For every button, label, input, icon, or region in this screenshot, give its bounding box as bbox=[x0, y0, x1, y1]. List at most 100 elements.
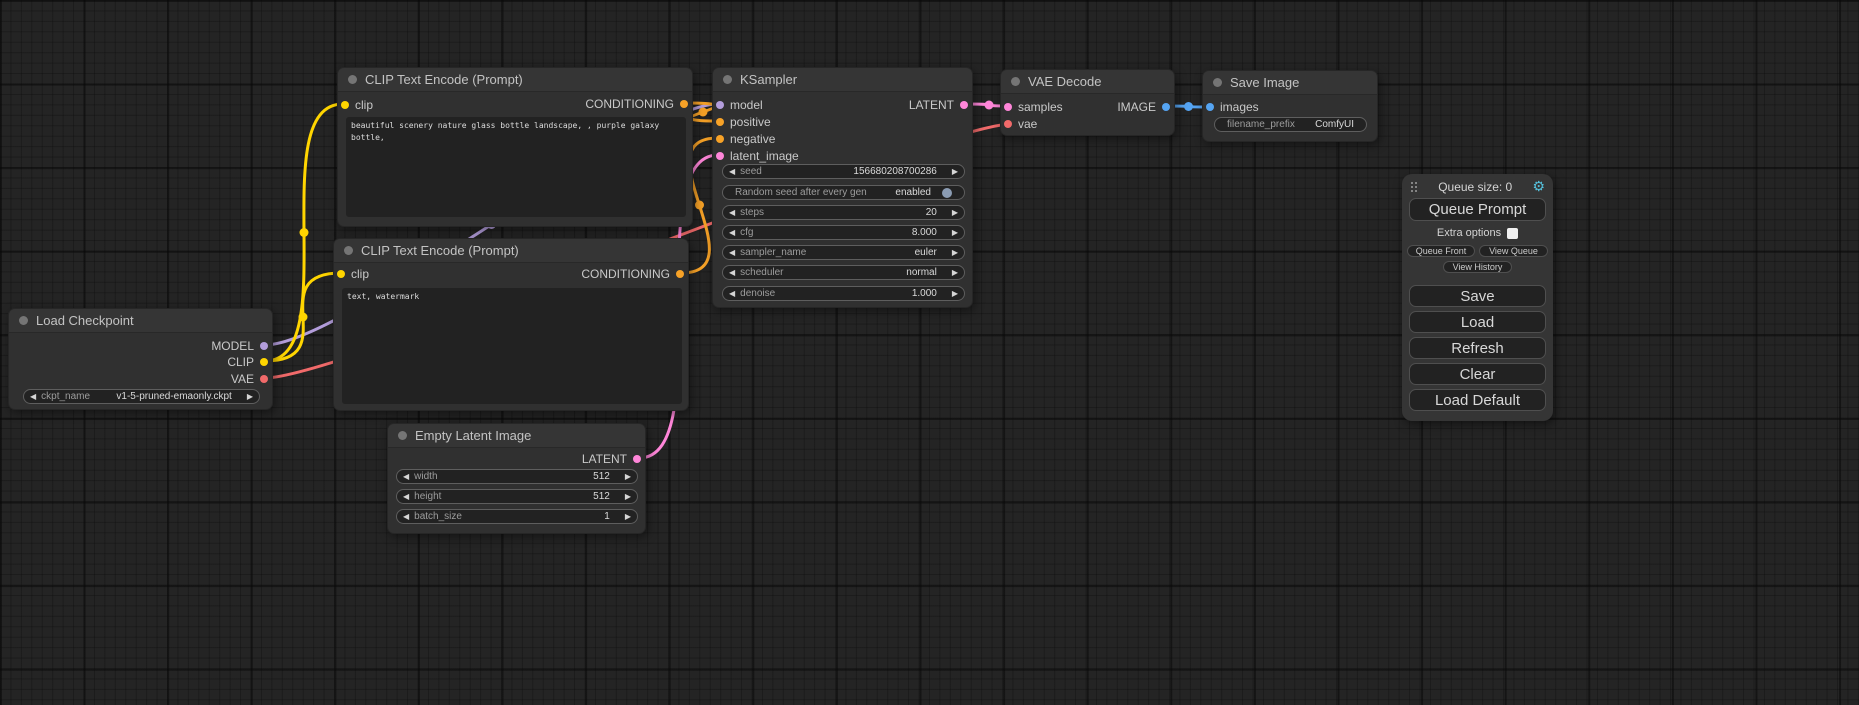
node-ksampler[interactable]: KSampler model positive negative latent_… bbox=[712, 67, 973, 308]
collapse-dot-icon[interactable] bbox=[348, 75, 357, 84]
view-history-button[interactable]: View History bbox=[1443, 261, 1512, 273]
node-load-checkpoint[interactable]: Load Checkpoint MODEL CLIP VAE ◀ ckpt_na… bbox=[8, 308, 273, 410]
port-dot-image[interactable] bbox=[1206, 103, 1214, 111]
decrement-arrow-icon[interactable]: ◀ bbox=[729, 249, 735, 257]
collapse-dot-icon[interactable] bbox=[19, 316, 28, 325]
widget-filename-prefix[interactable]: filename_prefix ComfyUI bbox=[1214, 117, 1367, 132]
widget-batch-size[interactable]: ◀ batch_size 1 ▶ bbox=[396, 509, 638, 524]
widget-width[interactable]: ◀ width 512 ▶ bbox=[396, 469, 638, 484]
port-dot-conditioning[interactable] bbox=[716, 118, 724, 126]
widget-cfg[interactable]: ◀ cfg 8.000 ▶ bbox=[722, 225, 965, 240]
collapse-dot-icon[interactable] bbox=[344, 246, 353, 255]
decrement-arrow-icon[interactable]: ◀ bbox=[30, 393, 36, 401]
increment-arrow-icon[interactable]: ▶ bbox=[625, 493, 631, 501]
port-dot-clip[interactable] bbox=[337, 270, 345, 278]
toggle-icon[interactable] bbox=[942, 188, 952, 198]
decrement-arrow-icon[interactable]: ◀ bbox=[729, 209, 735, 217]
prompt-textarea[interactable]: beautiful scenery nature glass bottle la… bbox=[346, 117, 686, 217]
decrement-arrow-icon[interactable]: ◀ bbox=[403, 513, 409, 521]
widget-scheduler[interactable]: ◀ scheduler normal ▶ bbox=[722, 265, 965, 280]
queue-front-button[interactable]: Queue Front bbox=[1407, 245, 1475, 257]
decrement-arrow-icon[interactable]: ◀ bbox=[729, 269, 735, 277]
widget-value: 20 bbox=[926, 207, 937, 218]
port-dot-latent[interactable] bbox=[633, 455, 641, 463]
node-graph-canvas[interactable]: Load Checkpoint MODEL CLIP VAE ◀ ckpt_na… bbox=[0, 0, 1859, 705]
widget-height[interactable]: ◀ height 512 ▶ bbox=[396, 489, 638, 504]
node-titlebar[interactable]: KSampler bbox=[713, 68, 972, 92]
increment-arrow-icon[interactable]: ▶ bbox=[952, 168, 958, 176]
increment-arrow-icon[interactable]: ▶ bbox=[952, 249, 958, 257]
view-queue-button[interactable]: View Queue bbox=[1479, 245, 1548, 257]
port-dot-latent[interactable] bbox=[1004, 103, 1012, 111]
decrement-arrow-icon[interactable]: ◀ bbox=[729, 168, 735, 176]
collapse-dot-icon[interactable] bbox=[1011, 77, 1020, 86]
gear-icon[interactable]: ⚙ bbox=[1532, 180, 1545, 194]
port-dot-clip[interactable] bbox=[341, 101, 349, 109]
port-dot-model[interactable] bbox=[260, 342, 268, 350]
collapse-dot-icon[interactable] bbox=[1213, 78, 1222, 87]
widget-sampler-name[interactable]: ◀ sampler_name euler ▶ bbox=[722, 245, 965, 260]
node-empty-latent-image[interactable]: Empty Latent Image LATENT ◀ width 512 ▶ … bbox=[387, 423, 646, 534]
node-titlebar[interactable]: CLIP Text Encode (Prompt) bbox=[334, 239, 688, 263]
node-titlebar[interactable]: Empty Latent Image bbox=[388, 424, 645, 448]
port-dot-image[interactable] bbox=[1162, 103, 1170, 111]
node-clip-text-encode-positive[interactable]: CLIP Text Encode (Prompt) clip CONDITION… bbox=[337, 67, 693, 227]
node-clip-text-encode-negative[interactable]: CLIP Text Encode (Prompt) clip CONDITION… bbox=[333, 238, 689, 411]
decrement-arrow-icon[interactable]: ◀ bbox=[403, 473, 409, 481]
widget-denoise[interactable]: ◀ denoise 1.000 ▶ bbox=[722, 286, 965, 301]
port-dot-conditioning[interactable] bbox=[680, 100, 688, 108]
queue-prompt-button[interactable]: Queue Prompt bbox=[1409, 198, 1546, 221]
save-button[interactable]: Save bbox=[1409, 285, 1546, 307]
queue-size-label: Queue size: 0 bbox=[1438, 180, 1512, 194]
port-dot-conditioning[interactable] bbox=[676, 270, 684, 278]
node-titlebar[interactable]: CLIP Text Encode (Prompt) bbox=[338, 68, 692, 92]
increment-arrow-icon[interactable]: ▶ bbox=[952, 290, 958, 298]
widget-value: 8.000 bbox=[912, 227, 937, 238]
input-port-clip: clip bbox=[341, 97, 373, 113]
link-midpoint-dot bbox=[985, 101, 994, 110]
widget-label: width bbox=[414, 471, 437, 482]
increment-arrow-icon[interactable]: ▶ bbox=[952, 269, 958, 277]
port-label: LATENT bbox=[582, 452, 627, 466]
port-dot-model[interactable] bbox=[716, 101, 724, 109]
prompt-textarea[interactable]: text, watermark bbox=[342, 288, 682, 404]
widget-random-seed[interactable]: Random seed after every gen enabled bbox=[722, 185, 965, 200]
collapse-dot-icon[interactable] bbox=[398, 431, 407, 440]
port-dot-latent[interactable] bbox=[960, 101, 968, 109]
node-titlebar[interactable]: VAE Decode bbox=[1001, 70, 1174, 94]
port-dot-vae[interactable] bbox=[260, 375, 268, 383]
decrement-arrow-icon[interactable]: ◀ bbox=[729, 290, 735, 298]
widget-ckpt-name[interactable]: ◀ ckpt_name v1-5-pruned-emaonly.ckpt ▶ bbox=[23, 389, 260, 404]
load-button[interactable]: Load bbox=[1409, 311, 1546, 333]
input-port-samples: samples bbox=[1004, 99, 1063, 115]
drag-handle-icon[interactable] bbox=[1410, 181, 1418, 192]
node-titlebar[interactable]: Load Checkpoint bbox=[9, 309, 272, 333]
widget-steps[interactable]: ◀ steps 20 ▶ bbox=[722, 205, 965, 220]
widget-seed[interactable]: ◀ seed 156680208700286 ▶ bbox=[722, 164, 965, 179]
widget-value: normal bbox=[906, 267, 937, 278]
increment-arrow-icon[interactable]: ▶ bbox=[247, 393, 253, 401]
output-port-conditioning: CONDITIONING bbox=[585, 96, 688, 112]
clear-button[interactable]: Clear bbox=[1409, 363, 1546, 385]
decrement-arrow-icon[interactable]: ◀ bbox=[729, 229, 735, 237]
port-dot-latent[interactable] bbox=[716, 152, 724, 160]
widget-value: enabled bbox=[895, 187, 931, 198]
increment-arrow-icon[interactable]: ▶ bbox=[952, 209, 958, 217]
comfy-menu-panel[interactable]: Queue size: 0 ⚙ Queue Prompt Extra optio… bbox=[1402, 174, 1553, 421]
port-dot-vae[interactable] bbox=[1004, 120, 1012, 128]
decrement-arrow-icon[interactable]: ◀ bbox=[403, 493, 409, 501]
port-label: latent_image bbox=[730, 149, 799, 163]
node-vae-decode[interactable]: VAE Decode samples vae IMAGE bbox=[1000, 69, 1175, 136]
increment-arrow-icon[interactable]: ▶ bbox=[952, 229, 958, 237]
increment-arrow-icon[interactable]: ▶ bbox=[625, 473, 631, 481]
refresh-button[interactable]: Refresh bbox=[1409, 337, 1546, 359]
collapse-dot-icon[interactable] bbox=[723, 75, 732, 84]
load-default-button[interactable]: Load Default bbox=[1409, 389, 1546, 411]
increment-arrow-icon[interactable]: ▶ bbox=[625, 513, 631, 521]
node-title: Load Checkpoint bbox=[36, 313, 134, 328]
port-dot-clip[interactable] bbox=[260, 358, 268, 366]
node-save-image[interactable]: Save Image images filename_prefix ComfyU… bbox=[1202, 70, 1378, 142]
node-titlebar[interactable]: Save Image bbox=[1203, 71, 1377, 95]
port-dot-conditioning[interactable] bbox=[716, 135, 724, 143]
extra-options-checkbox[interactable] bbox=[1507, 228, 1518, 239]
